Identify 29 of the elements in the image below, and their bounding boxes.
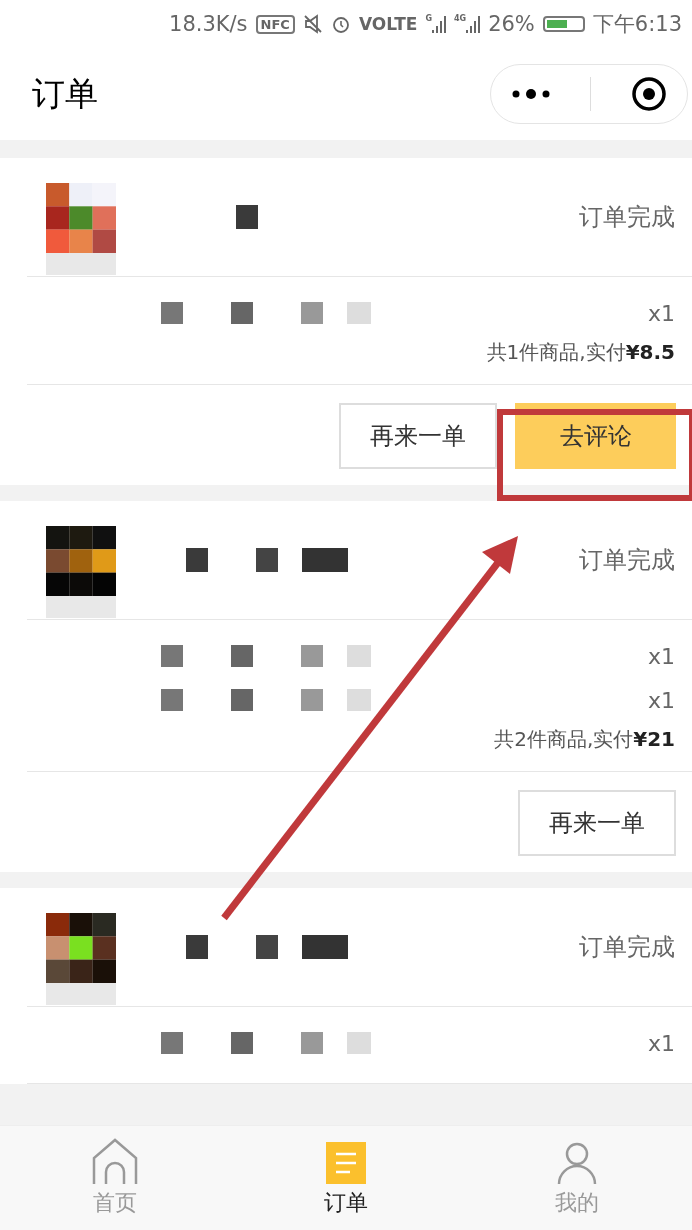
review-button[interactable]: 去评论	[515, 403, 676, 469]
tab[interactable]: 订单	[230, 1126, 462, 1230]
signal-icon	[432, 14, 446, 34]
item-quantity: x1	[647, 1030, 675, 1056]
signal-label: 4G	[454, 14, 467, 23]
order-status: 订单完成	[579, 545, 675, 576]
home-icon	[92, 1138, 139, 1186]
more-icon[interactable]	[510, 88, 551, 100]
order-summary: 共1件商品,实付¥8.5	[485, 339, 675, 366]
signal-label: G	[425, 14, 432, 23]
order-status: 订单完成	[579, 202, 675, 233]
mute-icon	[302, 14, 323, 34]
reorder-button[interactable]: 再来一单	[339, 403, 497, 469]
volte-label: VOLTE	[358, 14, 418, 34]
order-status: 订单完成	[579, 932, 675, 963]
alarm-icon	[330, 14, 351, 34]
item-quantity: x1	[647, 687, 675, 713]
redacted-store-name	[236, 205, 258, 229]
item-quantity: x1	[647, 300, 675, 326]
battery-icon	[542, 16, 585, 32]
battery-percent: 26%	[488, 12, 535, 36]
item-quantity: x1	[647, 643, 675, 669]
page-title: 订单	[32, 72, 98, 115]
network-speed: 18.3K/s	[169, 12, 248, 36]
reorder-button[interactable]: 再来一单	[518, 790, 676, 856]
signal-icon	[466, 14, 481, 34]
order-summary: 共2件商品,实付¥21	[493, 726, 675, 753]
clock: 下午6:13	[592, 11, 682, 38]
nfc-badge: NFC	[255, 14, 295, 34]
